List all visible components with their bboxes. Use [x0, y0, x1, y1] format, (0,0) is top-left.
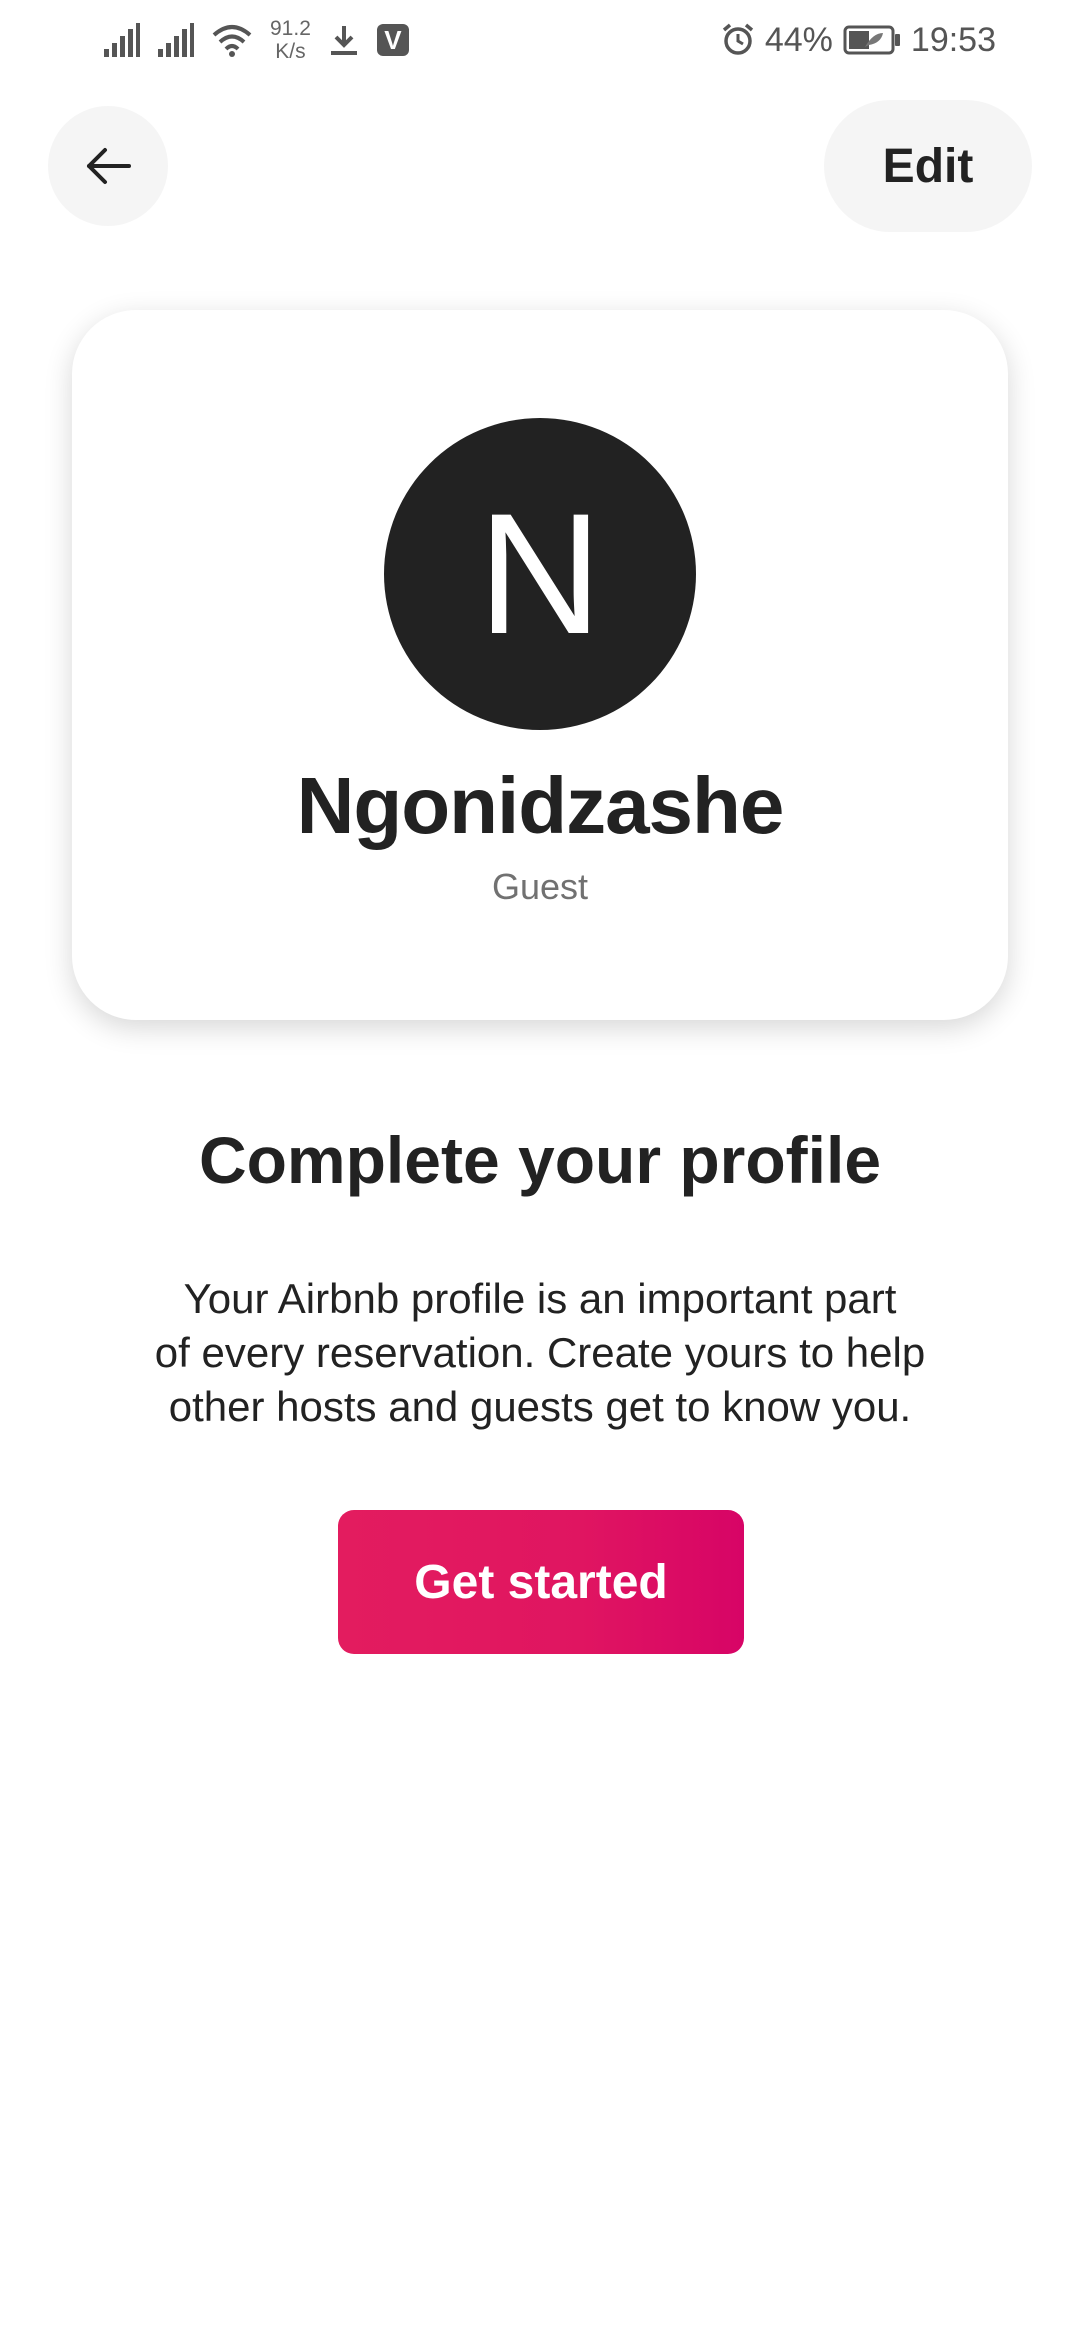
status-bar: 91.2 K/s V 44% 19:53 [0, 0, 1080, 80]
status-bar-left: 91.2 K/s V [104, 14, 409, 66]
status-bar-right: 44% 19:53 [721, 14, 996, 66]
description-line-1: Your Airbnb profile is an important part [183, 1275, 897, 1322]
cellular-signal-icon [104, 23, 140, 57]
get-started-button[interactable]: Get started [338, 1510, 744, 1654]
complete-profile-title: Complete your profile [198, 1123, 882, 1197]
network-speed-value: 91.2 [270, 17, 311, 40]
back-button[interactable] [48, 106, 168, 226]
profile-card: N Ngonidzashe Guest [72, 310, 1008, 1020]
network-speed-unit: K/s [275, 40, 306, 63]
cellular-signal-icon-2 [158, 23, 194, 57]
clock-time: 19:53 [910, 20, 996, 59]
arrow-left-icon [87, 148, 131, 184]
description-line-2: of every reservation. Create yours to he… [154, 1329, 926, 1376]
battery-icon [843, 25, 900, 55]
edit-button[interactable]: Edit [824, 100, 1032, 232]
battery-percent: 44% [764, 20, 833, 59]
alarm-icon [722, 23, 753, 55]
download-icon [330, 26, 357, 55]
network-speed: 91.2 K/s [270, 17, 311, 63]
profile-role: Guest [491, 866, 589, 907]
avatar: N [384, 418, 696, 730]
profile-name: Ngonidzashe [296, 761, 785, 850]
description-line-3: other hosts and guests get to know you. [168, 1383, 912, 1430]
app-notification-badge: V [376, 24, 409, 56]
wifi-icon [212, 25, 252, 57]
complete-profile-description: Your Airbnb profile is an important part… [120, 1272, 960, 1434]
